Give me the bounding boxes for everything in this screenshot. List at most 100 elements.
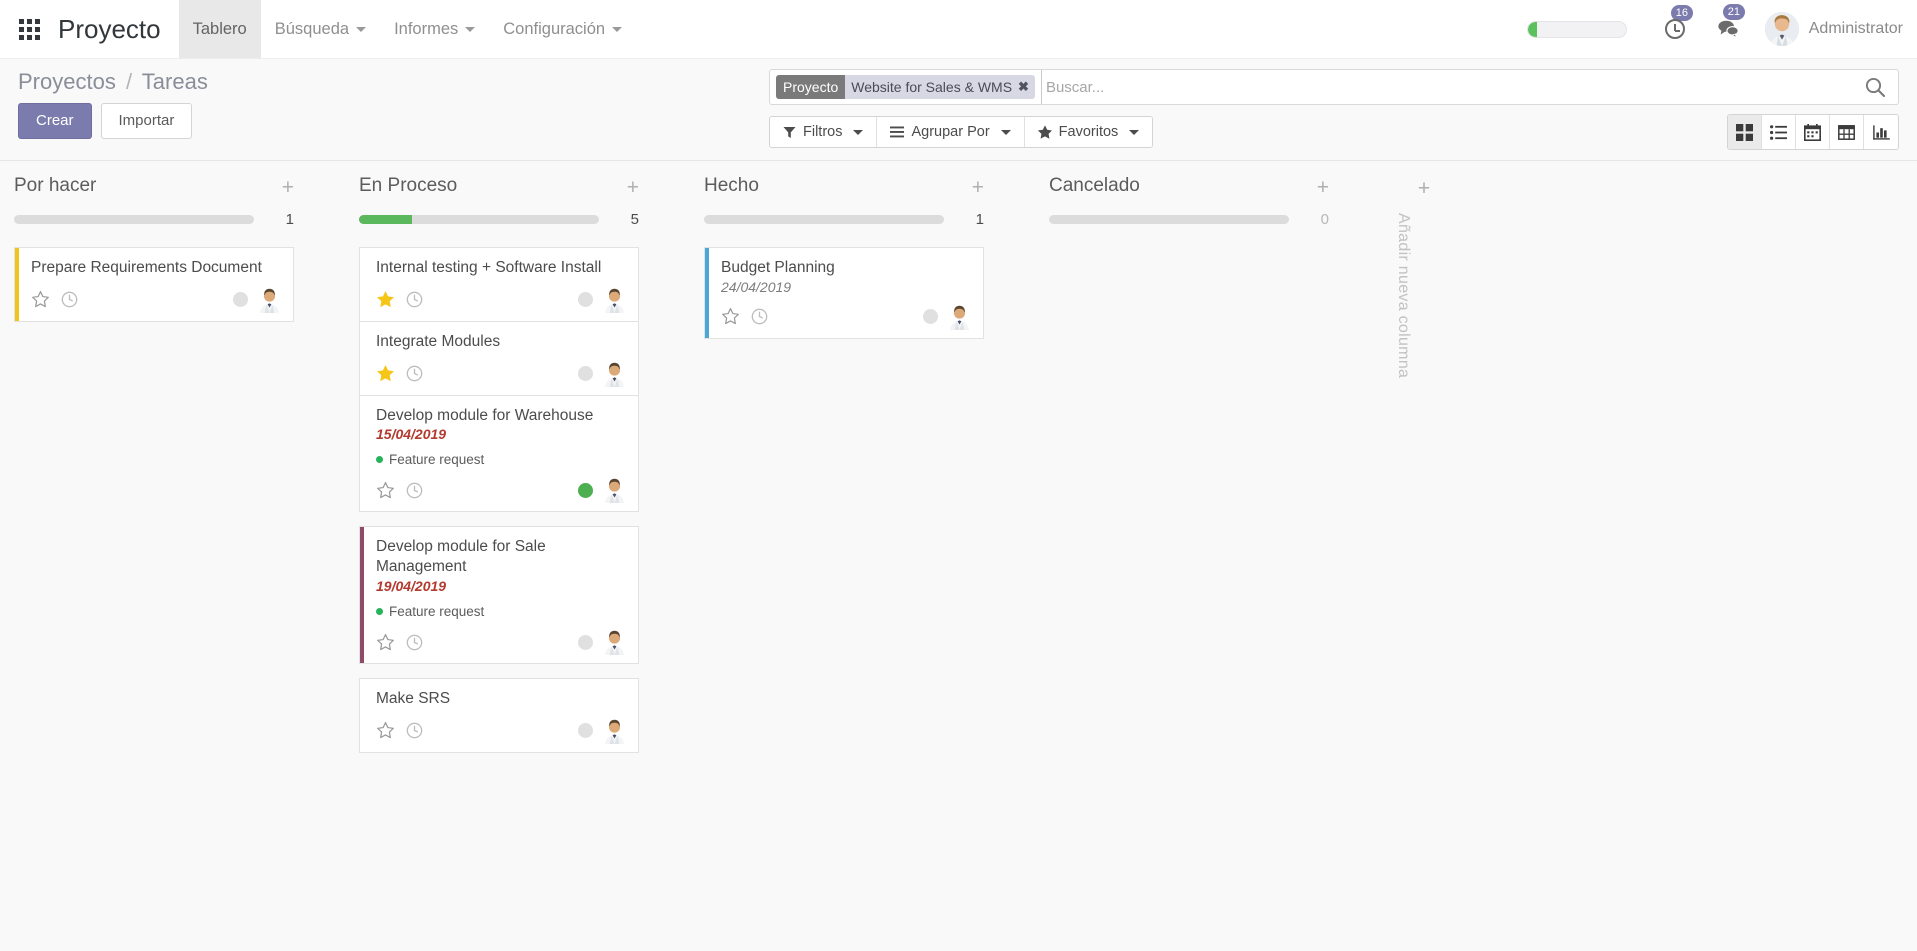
messages-button[interactable]: 21 (1717, 4, 1745, 40)
clock-icon[interactable] (406, 291, 423, 308)
avatar[interactable] (948, 304, 971, 330)
add-column-plus-icon[interactable]: + (1394, 178, 1454, 199)
avatar[interactable] (603, 361, 626, 387)
search-input[interactable] (1040, 70, 1854, 104)
filters-button[interactable]: Filtros (770, 117, 878, 147)
star-filled-icon[interactable] (376, 364, 395, 383)
clock-icon[interactable] (406, 634, 423, 651)
card-footer (372, 287, 626, 313)
kanban-column-title[interactable]: Por hacer (14, 175, 96, 197)
star-outline-icon[interactable] (376, 721, 395, 740)
kanban-card[interactable]: Make SRS (359, 678, 639, 753)
main-menu: Tablero Búsqueda Informes Configuración (178, 0, 636, 58)
card-deadline-date: 15/04/2019 (376, 426, 447, 443)
card-tags: Feature request (372, 602, 626, 620)
kanban-view-button[interactable] (1728, 115, 1762, 149)
add-column[interactable]: + Añadir nueva columna (1394, 175, 1454, 378)
card-state-dot[interactable] (578, 723, 593, 739)
progress-bar[interactable] (359, 215, 599, 224)
list-view-button[interactable] (1762, 115, 1796, 149)
kanban-card[interactable]: Integrate Modules (359, 321, 639, 396)
pivot-view-button[interactable] (1830, 115, 1864, 149)
kanban-card-list: Budget Planning 24/04/2019 (704, 247, 984, 339)
card-accent-bar (360, 527, 364, 664)
clock-icon[interactable] (61, 291, 78, 308)
add-card-button[interactable]: + (627, 175, 639, 198)
avatar[interactable] (258, 287, 281, 313)
search-facet-proyecto[interactable]: Proyecto Website for Sales & WMS ✖ (776, 75, 1035, 99)
card-title: Develop module for Sale Management (376, 538, 546, 576)
progress-bar[interactable] (14, 215, 254, 224)
favorites-button[interactable]: Favoritos (1024, 117, 1153, 147)
kanban-card[interactable]: Develop module for Warehouse 15/04/2019 Fe… (359, 395, 639, 513)
add-card-button[interactable]: + (1317, 175, 1329, 198)
star-filled-icon[interactable] (376, 290, 395, 309)
add-card-button[interactable]: + (972, 175, 984, 198)
search-facet-value: Website for Sales & WMS (851, 79, 1013, 95)
avatar[interactable] (603, 629, 626, 655)
chevron-down-icon (1000, 129, 1011, 135)
calendar-icon (1804, 123, 1821, 141)
card-deadline-date: 19/04/2019 (376, 578, 447, 595)
group-by-button[interactable]: Agrupar Por (877, 117, 1025, 147)
menu-item-configuracion[interactable]: Configuración (489, 0, 636, 58)
menu-item-tablero[interactable]: Tablero (178, 0, 261, 58)
kanban-column-title[interactable]: Hecho (704, 175, 759, 197)
app-brand-title[interactable]: Proyecto (58, 0, 179, 58)
card-state-dot[interactable] (578, 292, 593, 308)
breadcrumb-separator: / (125, 69, 133, 94)
avatar[interactable] (603, 287, 626, 313)
progress-bar[interactable] (1049, 215, 1289, 224)
clock-icon[interactable] (751, 308, 768, 325)
kanban-card[interactable]: Prepare Requirements Document (14, 247, 294, 322)
card-footer (372, 477, 626, 503)
kanban-column-title[interactable]: En Proceso (359, 175, 457, 197)
kanban-card[interactable]: Budget Planning 24/04/2019 (704, 247, 984, 339)
kanban-column: Por hacer +1 Prepare Requirements Document (14, 175, 294, 322)
card-footer (372, 361, 626, 387)
menu-item-busqueda[interactable]: Búsqueda (261, 0, 380, 58)
kanban-card[interactable]: Internal testing + Software Install (359, 247, 639, 322)
chevron-down-icon (612, 26, 623, 32)
clock-icon[interactable] (406, 365, 423, 382)
kanban-column-title[interactable]: Cancelado (1049, 175, 1140, 197)
kanban-card[interactable]: Develop module for Sale Management 19/04/… (359, 526, 639, 665)
card-footer (372, 718, 626, 744)
card-state-dot[interactable] (923, 309, 938, 325)
search-bar[interactable]: Proyecto Website for Sales & WMS ✖ (769, 69, 1899, 105)
kanban-column-header: Hecho + (704, 175, 984, 198)
calendar-view-button[interactable] (1796, 115, 1830, 149)
card-tag[interactable]: Feature request (376, 604, 484, 619)
import-button[interactable]: Importar (100, 103, 193, 139)
navbar-progress-bar (1526, 20, 1627, 38)
card-tag[interactable]: Feature request (376, 452, 484, 467)
menu-item-informes[interactable]: Informes (380, 0, 489, 58)
clock-icon[interactable] (406, 482, 423, 499)
messages-count-badge: 21 (1722, 4, 1745, 20)
add-column-label[interactable]: Añadir nueva columna (1394, 213, 1412, 378)
breadcrumb-parent[interactable]: Proyectos (18, 69, 116, 94)
apps-menu-button[interactable] (0, 0, 58, 58)
clock-icon[interactable] (406, 722, 423, 739)
user-menu-button[interactable]: Administrator (1764, 12, 1903, 46)
star-outline-icon[interactable] (376, 481, 395, 500)
star-outline-icon[interactable] (721, 307, 740, 326)
graph-view-button[interactable] (1864, 115, 1898, 149)
search-icon[interactable] (1854, 76, 1892, 98)
card-state-dot[interactable] (578, 634, 593, 650)
activities-button[interactable]: 16 (1664, 5, 1693, 39)
card-deadline-date: 24/04/2019 (721, 278, 792, 295)
card-state-dot[interactable] (233, 292, 248, 308)
star-outline-icon[interactable] (31, 290, 50, 309)
card-tag-label: Feature request (389, 452, 485, 468)
card-state-dot[interactable] (578, 482, 593, 498)
avatar[interactable] (603, 718, 626, 744)
add-card-button[interactable]: + (282, 175, 294, 198)
create-button[interactable]: Crear (18, 103, 92, 139)
avatar[interactable] (603, 477, 626, 503)
card-state-dot[interactable] (578, 366, 593, 382)
progress-bar[interactable] (704, 215, 944, 224)
filters-row: Filtros Agrupar Por Favoritos (769, 114, 1899, 150)
star-outline-icon[interactable] (376, 633, 395, 652)
close-icon[interactable]: ✖ (1018, 79, 1029, 95)
